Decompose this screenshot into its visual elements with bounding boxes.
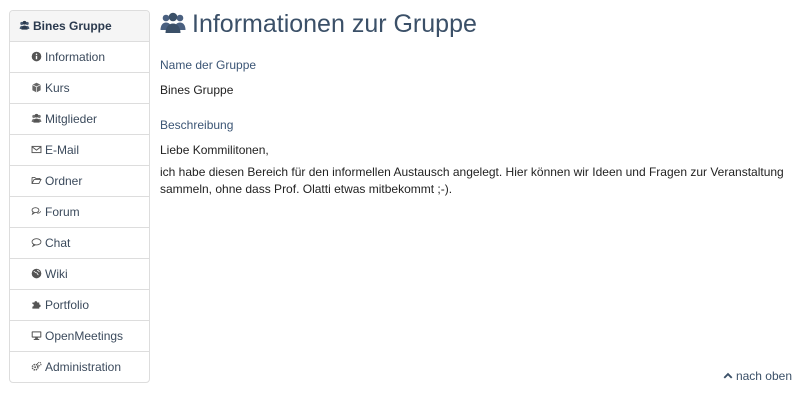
sidebar-item-portfolio[interactable]: Portfolio [10,290,149,321]
cube-icon [31,82,42,93]
group-name-label: Name der Gruppe [160,58,257,72]
page-title-text: Informationen zur Gruppe [192,10,477,38]
sidebar-item-wiki[interactable]: Wiki [10,259,149,290]
description-label: Beschreibung [160,118,234,132]
back-to-top-link[interactable]: nach oben [723,369,792,383]
group-name-value: Bines Gruppe [160,83,234,97]
sidebar-item-kurs[interactable]: Kurs [10,73,149,104]
description-body: ich habe diesen Bereich für den informel… [160,165,784,196]
sidebar-item-label: Kurs [45,81,70,95]
comments-icon [31,206,42,217]
sidebar-header[interactable]: Bines Gruppe [10,11,149,42]
desktop-icon [31,330,42,341]
sidebar-item-label: OpenMeetings [45,329,124,343]
group-sidebar: Bines Gruppe Information Kurs Mitglieder… [9,10,150,383]
sidebar-item-label: Portfolio [45,298,90,312]
back-to-top-label: nach oben [735,369,792,383]
sidebar-item-information[interactable]: Information [10,42,149,73]
sidebar-item-label: Information [45,50,106,64]
users-icon [31,113,42,124]
sidebar-header-label: Bines Gruppe [33,19,112,33]
sidebar-item-administration[interactable]: Administration [10,352,149,382]
globe-icon [31,268,42,279]
sidebar-item-mitglieder[interactable]: Mitglieder [10,104,149,135]
users-icon [19,20,30,31]
sidebar-item-openmeetings[interactable]: OpenMeetings [10,321,149,352]
cogs-icon [31,361,42,372]
sidebar-item-label: Administration [45,360,122,374]
page-title: Informationen zur Gruppe [160,9,477,39]
chevron-up-icon [723,371,733,381]
sidebar-item-email[interactable]: E-Mail [10,135,149,166]
sidebar-item-ordner[interactable]: Ordner [10,166,149,197]
sidebar-item-chat[interactable]: Chat [10,228,149,259]
puzzle-icon [31,299,42,310]
envelope-icon [31,144,42,155]
sidebar-item-label: Chat [45,236,71,250]
comment-icon [31,237,42,248]
description-greeting: Liebe Kommilitonen, [160,143,269,157]
folder-open-icon [31,175,42,186]
sidebar-item-label: E-Mail [45,143,80,157]
info-circle-icon [31,51,42,62]
sidebar-item-label: Mitglieder [45,112,98,126]
sidebar-item-label: Wiki [45,267,68,281]
sidebar-item-label: Ordner [45,174,83,188]
sidebar-item-forum[interactable]: Forum [10,197,149,228]
sidebar-item-label: Forum [45,205,80,219]
users-icon [160,11,186,35]
